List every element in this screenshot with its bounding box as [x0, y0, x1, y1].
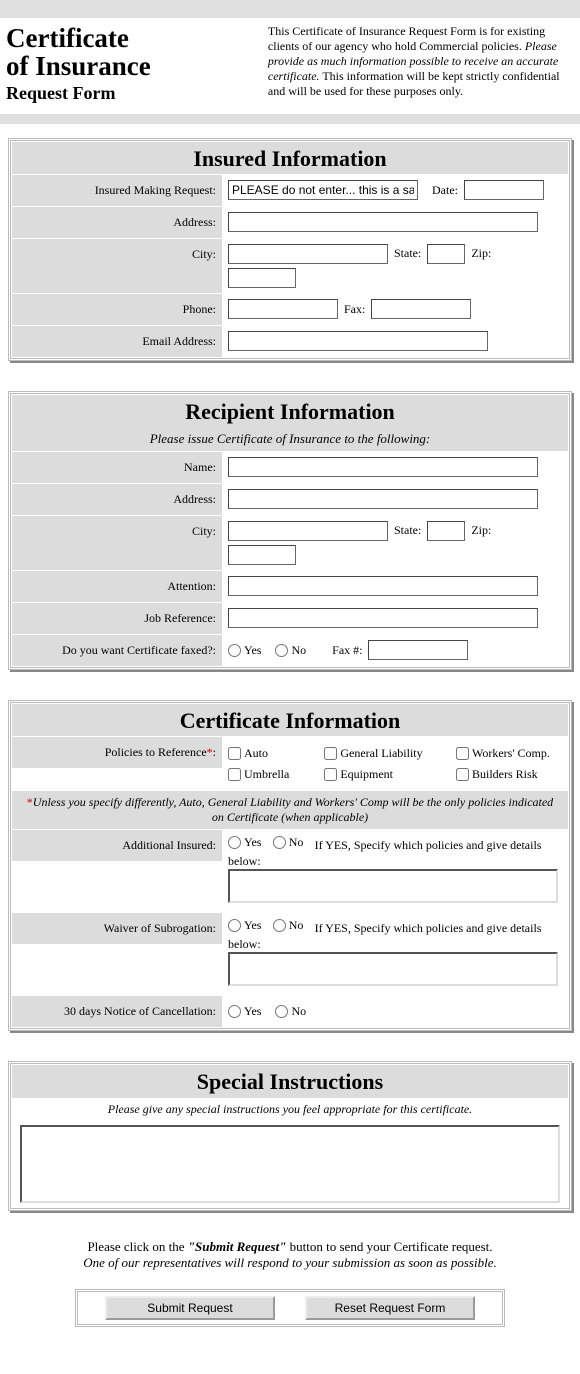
radio-notice-yes[interactable]: Yes [228, 1004, 261, 1019]
label-state: State: [394, 246, 421, 261]
input-recipient-name[interactable] [228, 457, 538, 477]
page-title: Certificate of Insurance Request Form [6, 24, 256, 104]
label-waiver: Waiver of Subrogation: [12, 913, 222, 944]
row-recipient-city: City: State: Zip: [12, 515, 568, 570]
label-attention: Attention: [12, 571, 222, 602]
radio-ai-no[interactable]: No [273, 835, 304, 850]
input-email[interactable] [228, 331, 488, 351]
label-city: City: [12, 239, 222, 293]
recipient-title: Recipient Information [12, 395, 568, 427]
row-recipient-address: Address: [12, 483, 568, 515]
header: Certificate of Insurance Request Form Th… [0, 18, 580, 112]
check-wc[interactable]: Workers' Comp. [456, 746, 554, 761]
input-zip[interactable] [228, 268, 296, 288]
recipient-subtitle: Please issue Certificate of Insurance to… [12, 427, 568, 451]
row-jobref: Job Reference: [12, 602, 568, 634]
radio-waiver-no[interactable]: No [273, 918, 304, 933]
row-address: Address: [12, 206, 568, 238]
special-panel: Special Instructions Please give any spe… [8, 1061, 572, 1211]
label-notice: 30 days Notice of Cancellation: [12, 996, 222, 1027]
row-attention: Attention: [12, 570, 568, 602]
footer-line1-pre: Please click on the [87, 1239, 187, 1254]
title-line1: Certificate [6, 24, 256, 52]
label-phone: Phone: [12, 294, 222, 325]
input-faxno[interactable] [368, 640, 468, 660]
check-builders[interactable]: Builders Risk [456, 767, 554, 782]
input-fax[interactable] [371, 299, 471, 319]
input-city[interactable] [228, 244, 388, 264]
label-faxno: Fax #: [332, 643, 362, 658]
label-email: Email Address: [12, 326, 222, 357]
certificate-title: Certificate Information [12, 704, 568, 736]
label-recipient-name: Name: [12, 452, 222, 483]
title-line2: of Insurance [6, 52, 256, 80]
input-recipient-city[interactable] [228, 521, 388, 541]
footer-text: Please click on the "Submit Request" but… [0, 1211, 580, 1275]
radio-ai-yes[interactable]: Yes [228, 835, 261, 850]
input-address[interactable] [228, 212, 538, 232]
check-umbrella[interactable]: Umbrella [228, 767, 308, 782]
radio-wantfax-yes[interactable]: Yes [228, 643, 261, 658]
label-recipient-address: Address: [12, 484, 222, 515]
radio-wantfax-no[interactable]: No [275, 643, 306, 658]
label-fax: Fax: [344, 302, 365, 317]
policies-note: *Unless you specify differently, Auto, G… [12, 791, 568, 829]
input-attention[interactable] [228, 576, 538, 596]
label-date: Date: [432, 183, 458, 198]
label-recipient-city: City: [12, 516, 222, 570]
textarea-waiver[interactable] [228, 952, 558, 986]
row-email: Email Address: [12, 325, 568, 357]
input-phone[interactable] [228, 299, 338, 319]
certificate-panel: Certificate Information Policies to Refe… [8, 700, 572, 1031]
input-jobref[interactable] [228, 608, 538, 628]
row-recipient-name: Name: [12, 451, 568, 483]
label-jobref: Job Reference: [12, 603, 222, 634]
check-auto[interactable]: Auto [228, 746, 308, 761]
input-state[interactable] [427, 244, 465, 264]
insured-panel: Insured Information Insured Making Reque… [8, 138, 572, 361]
footer-line1-post: button to send your Certificate request. [286, 1239, 492, 1254]
separator [0, 114, 580, 124]
row-additional-insured: Additional Insured: Yes No If YES, Speci… [12, 829, 568, 912]
input-date[interactable] [464, 180, 544, 200]
textarea-special[interactable] [20, 1125, 560, 1203]
footer-line2: One of our representatives will respond … [83, 1255, 496, 1270]
input-recipient-zip[interactable] [228, 545, 296, 565]
row-notice: 30 days Notice of Cancellation: Yes No [12, 995, 568, 1027]
row-city: City: State: Zip: [12, 238, 568, 293]
row-policies: Policies to Reference*: Auto General Lia… [12, 736, 568, 791]
footer-line1-bold: "Submit Request" [188, 1239, 287, 1254]
input-recipient-address[interactable] [228, 489, 538, 509]
reset-button[interactable]: Reset Request Form [305, 1296, 475, 1320]
label-zip: Zip: [471, 246, 491, 261]
desc-pre: This Certificate of Insurance Request Fo… [268, 24, 545, 53]
input-requestor[interactable] [228, 180, 418, 200]
title-line3: Request Form [6, 83, 256, 104]
input-recipient-state[interactable] [427, 521, 465, 541]
button-bar: Submit Request Reset Request Form [75, 1289, 505, 1327]
top-bar [0, 0, 580, 18]
label-policies: Policies to Reference*: [12, 737, 222, 768]
radio-notice-no[interactable]: No [275, 1004, 306, 1019]
label-recipient-state: State: [394, 523, 421, 538]
recipient-panel: Recipient Information Please issue Certi… [8, 391, 572, 670]
label-address: Address: [12, 207, 222, 238]
row-wantfax: Do you want Certificate faxed?: Yes No F… [12, 634, 568, 666]
special-subtitle: Please give any special instructions you… [12, 1097, 568, 1121]
header-description: This Certificate of Insurance Request Fo… [256, 24, 574, 104]
check-gl[interactable]: General Liability [324, 746, 440, 761]
row-phone: Phone: Fax: [12, 293, 568, 325]
radio-waiver-yes[interactable]: Yes [228, 918, 261, 933]
textarea-additional-insured[interactable] [228, 869, 558, 903]
special-title: Special Instructions [12, 1065, 568, 1097]
insured-title: Insured Information [12, 142, 568, 174]
check-equipment[interactable]: Equipment [324, 767, 440, 782]
submit-button[interactable]: Submit Request [105, 1296, 275, 1320]
row-waiver: Waiver of Subrogation: Yes No If YES, Sp… [12, 912, 568, 995]
label-additional-insured: Additional Insured: [12, 830, 222, 861]
row-requestor: Insured Making Request: Date: [12, 174, 568, 206]
label-recipient-zip: Zip: [471, 523, 491, 538]
label-requestor: Insured Making Request: [12, 175, 222, 206]
label-wantfax: Do you want Certificate faxed?: [12, 635, 222, 666]
